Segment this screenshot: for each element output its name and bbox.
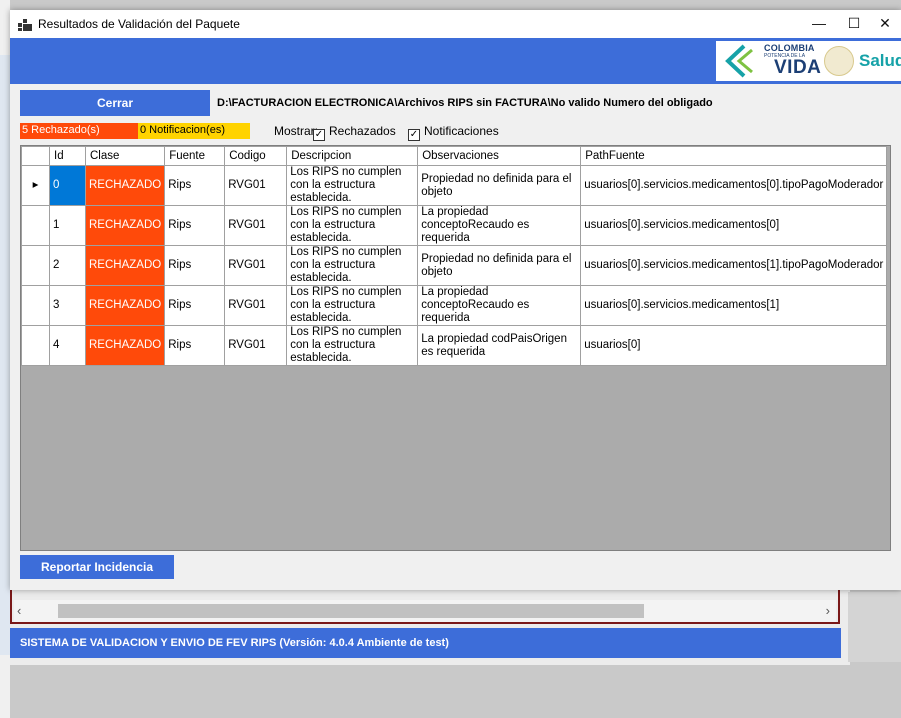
header-banner: COLOMBIA POTENCIA DE LA VIDA Salud: [10, 38, 901, 84]
results-table: Id Clase Fuente Codigo Descripcion Obser…: [21, 146, 888, 366]
cell-fuente[interactable]: Rips: [164, 205, 226, 246]
cell-descripcion[interactable]: Los RIPS no cumplen con la estructura es…: [286, 245, 419, 286]
cell-fuente[interactable]: Rips: [164, 325, 226, 366]
cell-clase[interactable]: RECHAZADO: [84, 205, 166, 246]
cell-descripcion[interactable]: Los RIPS no cumplen con la estructura es…: [286, 325, 419, 366]
notifications-filter-label: Notificaciones: [424, 124, 499, 138]
cell-observaciones[interactable]: Propiedad no definida para el objeto: [417, 245, 582, 286]
title-bar[interactable]: Resultados de Validación del Paquete — ☐…: [10, 10, 901, 38]
cell-pathfuente[interactable]: usuarios[0].servicios.medicamentos[1]: [580, 285, 888, 326]
package-path: D:\FACTURACION ELECTRONICA\Archivos RIPS…: [217, 97, 713, 109]
row-selector[interactable]: [21, 325, 50, 366]
checkmark-icon[interactable]: ✓: [408, 129, 420, 141]
row-selector[interactable]: [21, 245, 50, 286]
cell-observaciones[interactable]: La propiedad codPaisOrigen es requerida: [417, 325, 582, 366]
cell-pathfuente[interactable]: usuarios[0]: [580, 325, 888, 366]
cell-pathfuente[interactable]: usuarios[0].servicios.medicamentos[0]: [580, 205, 888, 246]
rejected-filter-label: Rechazados: [329, 124, 396, 138]
cell-clase[interactable]: RECHAZADO: [84, 325, 166, 366]
cell-codigo[interactable]: RVG01: [224, 245, 288, 286]
report-incident-button[interactable]: Reportar Incidencia: [20, 555, 174, 579]
cell-id[interactable]: 1: [49, 205, 86, 246]
show-filter-label: Mostrar:: [274, 124, 319, 138]
close-button[interactable]: Cerrar: [20, 90, 210, 116]
column-header-codigo[interactable]: Codigo: [224, 146, 288, 166]
cell-observaciones[interactable]: La propiedad conceptoRecaudo es requerid…: [417, 285, 582, 326]
cell-pathfuente[interactable]: usuarios[0].servicios.medicamentos[1].ti…: [580, 245, 888, 286]
column-header-id[interactable]: Id: [49, 146, 86, 166]
scroll-left-icon[interactable]: ‹: [17, 603, 21, 618]
scroll-right-icon[interactable]: ›: [826, 603, 830, 618]
table-row[interactable]: 2 RECHAZADO Rips RVG01 Los RIPS no cumpl…: [21, 245, 888, 286]
table-row[interactable]: 4 RECHAZADO Rips RVG01 Los RIPS no cumpl…: [21, 325, 888, 366]
app-window-icon: [18, 19, 32, 31]
horizontal-scrollbar[interactable]: ‹ ›: [14, 600, 836, 622]
cell-pathfuente[interactable]: usuarios[0].servicios.medicamentos[0].ti…: [580, 165, 888, 206]
table-header-row: Id Clase Fuente Codigo Descripcion Obser…: [21, 146, 888, 166]
results-grid[interactable]: Id Clase Fuente Codigo Descripcion Obser…: [20, 145, 891, 551]
column-header-fuente[interactable]: Fuente: [164, 146, 226, 166]
cell-observaciones[interactable]: Propiedad no definida para el objeto: [417, 165, 582, 206]
government-logo: COLOMBIA POTENCIA DE LA VIDA Salud: [716, 41, 901, 81]
cell-codigo[interactable]: RVG01: [224, 325, 288, 366]
status-bar: SISTEMA DE VALIDACION Y ENVIO DE FEV RIP…: [10, 628, 841, 658]
column-header-descripcion[interactable]: Descripcion: [286, 146, 419, 166]
cell-codigo[interactable]: RVG01: [224, 165, 288, 206]
cell-fuente[interactable]: Rips: [164, 245, 226, 286]
parent-window-side: [848, 592, 901, 662]
notifications-filter-checkbox[interactable]: ✓ Notificaciones: [408, 124, 499, 141]
column-header-pathfuente[interactable]: PathFuente: [580, 146, 888, 166]
cell-descripcion[interactable]: Los RIPS no cumplen con la estructura es…: [286, 285, 419, 326]
notification-count-badge: 0 Notificacion(es): [138, 123, 250, 139]
cell-fuente[interactable]: Rips: [164, 285, 226, 326]
logo-salud: Salud: [859, 51, 901, 70]
rejected-count-badge: 5 Rechazado(s): [20, 123, 138, 139]
cell-descripcion[interactable]: Los RIPS no cumplen con la estructura es…: [286, 205, 419, 246]
close-window-button[interactable]: ✕: [862, 10, 901, 38]
table-row[interactable]: 3 RECHAZADO Rips RVG01 Los RIPS no cumpl…: [21, 285, 888, 326]
row-selector[interactable]: [21, 285, 50, 326]
window-title: Resultados de Validación del Paquete: [38, 17, 240, 31]
scrollbar-thumb[interactable]: [58, 604, 644, 618]
coat-of-arms-icon: [824, 46, 854, 76]
cell-id[interactable]: 4: [49, 325, 86, 366]
cell-clase[interactable]: RECHAZADO: [84, 165, 166, 206]
table-row[interactable]: 1 RECHAZADO Rips RVG01 Los RIPS no cumpl…: [21, 205, 888, 246]
cell-fuente[interactable]: Rips: [164, 165, 226, 206]
cell-descripcion[interactable]: Los RIPS no cumplen con la estructura es…: [286, 165, 419, 206]
checkmark-icon[interactable]: ✓: [313, 129, 325, 141]
parent-window-panel: [0, 55, 10, 655]
logo-colombia: COLOMBIA: [764, 43, 815, 53]
column-header-observaciones[interactable]: Observaciones: [417, 146, 582, 166]
cell-id[interactable]: 2: [49, 245, 86, 286]
current-row-indicator-icon[interactable]: ▸: [21, 165, 50, 206]
row-header-corner: [21, 146, 50, 166]
chevron-logo-icon: [725, 44, 753, 78]
cell-codigo[interactable]: RVG01: [224, 205, 288, 246]
table-row[interactable]: ▸ 0 RECHAZADO Rips RVG01 Los RIPS no cum…: [21, 165, 888, 206]
rejected-filter-checkbox[interactable]: ✓ Rechazados: [313, 124, 396, 141]
column-header-clase[interactable]: Clase: [84, 146, 166, 166]
cell-clase[interactable]: RECHAZADO: [84, 245, 166, 286]
validation-results-dialog: Resultados de Validación del Paquete — ☐…: [10, 10, 901, 590]
cell-id[interactable]: 0: [49, 165, 86, 206]
row-selector[interactable]: [21, 205, 50, 246]
cell-observaciones[interactable]: La propiedad conceptoRecaudo es requerid…: [417, 205, 582, 246]
cell-codigo[interactable]: RVG01: [224, 285, 288, 326]
cell-id[interactable]: 3: [49, 285, 86, 326]
cell-clase[interactable]: RECHAZADO: [84, 285, 166, 326]
logo-vida: VIDA: [774, 57, 822, 78]
